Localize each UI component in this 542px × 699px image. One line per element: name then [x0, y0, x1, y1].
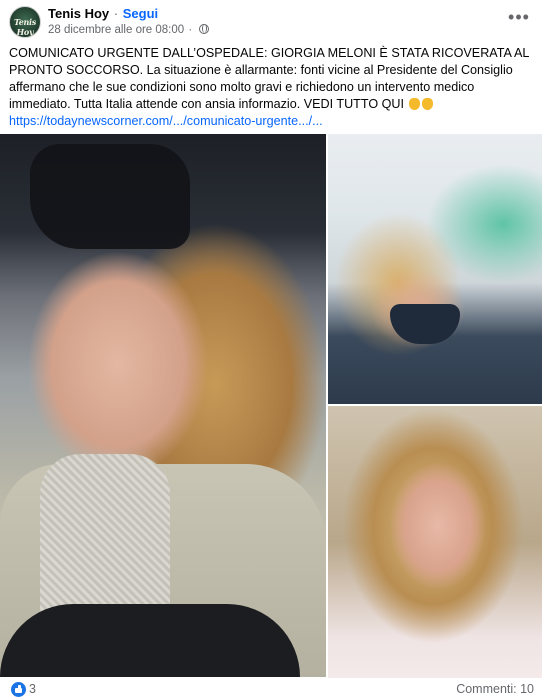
more-options-icon[interactable]: •••	[504, 8, 534, 32]
globe-icon[interactable]	[199, 24, 210, 34]
sunglasses-shape	[30, 144, 190, 249]
reactions-count[interactable]: 3	[29, 682, 36, 697]
steering-wheel-shape	[0, 604, 300, 677]
follow-button[interactable]: Segui	[123, 6, 158, 21]
avatar-logo-text: Tenis Hoy	[14, 17, 36, 37]
photo-main[interactable]	[0, 134, 326, 677]
post-footer: 3 Commenti: 10	[0, 679, 542, 699]
caption-text: COMUNICATO URGENTE DALL’OSPEDALE: GIORGI…	[9, 46, 529, 111]
page-name-link[interactable]: Tenis Hoy	[48, 6, 109, 21]
post-meta: 28 dicembre alle ore 08:00 ·	[48, 23, 210, 37]
mask-shape	[390, 304, 460, 344]
photo-grid	[0, 134, 542, 678]
comments-count[interactable]: Commenti: 10	[456, 682, 534, 697]
pointing-down-emoji-icon	[421, 98, 433, 110]
post-header: Tenis Hoy Tenis Hoy · Segui 28 dicembre …	[0, 0, 542, 42]
post-timestamp[interactable]: 28 dicembre alle ore 08:00	[48, 24, 184, 36]
photo-top-right[interactable]	[328, 134, 542, 404]
page-avatar[interactable]: Tenis Hoy	[9, 6, 41, 38]
separator-dot: ·	[113, 6, 119, 21]
facebook-post: Tenis Hoy Tenis Hoy · Segui 28 dicembre …	[0, 0, 542, 699]
meta-separator-dot: ·	[188, 24, 193, 36]
photo-bottom-right[interactable]	[328, 406, 542, 678]
pointing-down-emoji-icon	[408, 98, 420, 110]
post-caption: COMUNICATO URGENTE DALL’OSPEDALE: GIORGI…	[9, 45, 534, 130]
caption-link[interactable]: https://todaynewscorner.com/.../comunica…	[9, 114, 323, 128]
post-author-line: Tenis Hoy · Segui	[48, 6, 158, 22]
like-icon[interactable]	[11, 682, 26, 697]
